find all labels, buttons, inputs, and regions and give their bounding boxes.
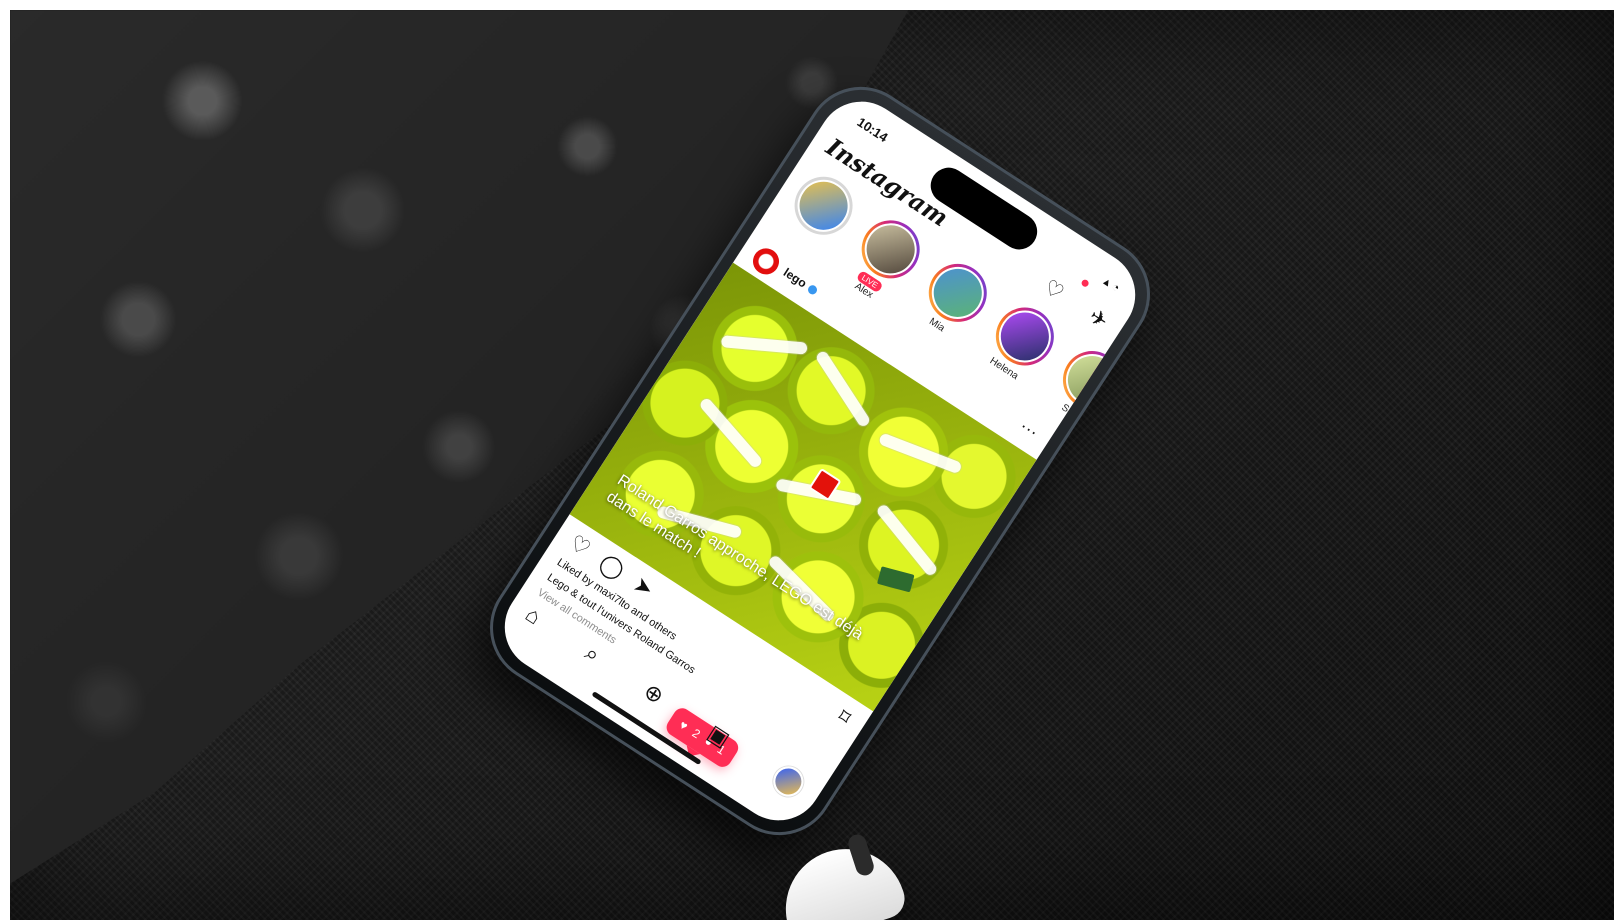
earbud <box>770 830 930 920</box>
post-username-text: lego <box>780 265 810 291</box>
search-icon[interactable]: ⌕ <box>580 640 605 669</box>
comment-icon[interactable]: ◯ <box>594 549 629 584</box>
photo-frame: 10:14 ▴ ◔ Instagram ♡ ✈ LIVE Alex Mia He… <box>10 10 1614 920</box>
status-icons: ▴ ◔ <box>1101 274 1123 295</box>
earbud-body <box>770 833 910 920</box>
tennis-ball-seam <box>814 349 872 429</box>
notification-dot <box>1080 278 1091 289</box>
green-tag-icon <box>877 566 915 593</box>
more-icon[interactable]: ··· <box>1016 416 1042 443</box>
create-icon[interactable]: ⊕ <box>639 678 668 710</box>
tennis-ball-seam <box>720 335 808 355</box>
verified-icon <box>805 283 819 297</box>
post-avatar[interactable] <box>748 243 784 280</box>
phone-wrapper: 10:14 ▴ ◔ Instagram ♡ ✈ LIVE Alex Mia He… <box>468 65 1172 857</box>
heart-icon[interactable]: ♡ <box>1039 275 1068 306</box>
direct-message-icon[interactable]: ✈ <box>1084 304 1112 335</box>
share-icon[interactable]: ➤ <box>629 571 658 603</box>
bookmark-icon[interactable]: ⌑ <box>833 704 855 731</box>
tennis-ball-seam <box>698 396 764 470</box>
tennis-ball-seam <box>878 432 963 475</box>
home-icon[interactable]: ⌂ <box>520 601 546 630</box>
status-time: 10:14 <box>854 114 891 146</box>
post-username[interactable]: lego <box>781 265 820 297</box>
reels-icon[interactable]: ▣ <box>703 720 734 753</box>
like-icon[interactable]: ♡ <box>565 530 595 563</box>
photo-scene: 10:14 ▴ ◔ Instagram ♡ ✈ LIVE Alex Mia He… <box>10 10 1614 920</box>
